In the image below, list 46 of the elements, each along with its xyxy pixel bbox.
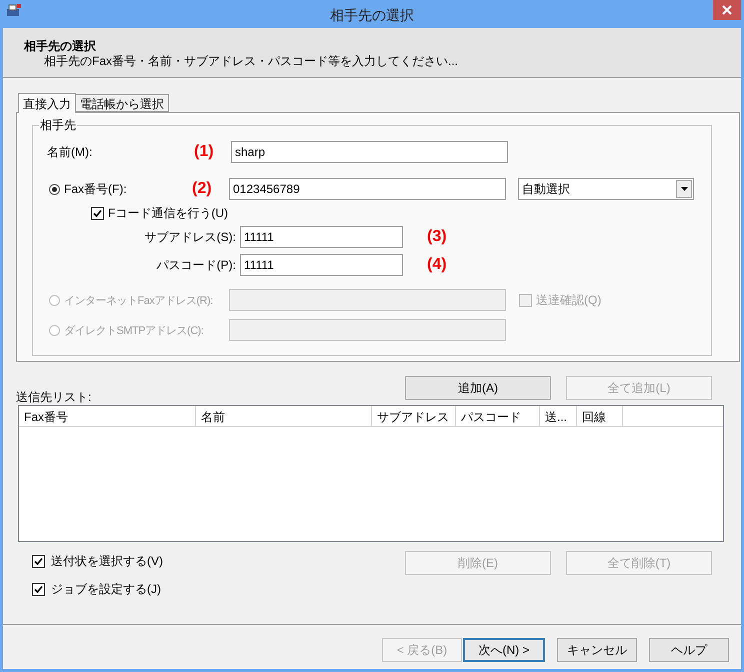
passcode-field[interactable]: 11111: [240, 254, 403, 276]
header-title: 相手先の選択: [24, 39, 97, 54]
column-header[interactable]: 回線: [577, 406, 623, 427]
checkbox[interactable]: [32, 554, 45, 568]
annotation-number: (4): [427, 256, 447, 273]
dialog-button[interactable]: 次へ(N) >: [463, 638, 545, 662]
annotation-number: (1): [194, 143, 214, 160]
field-label: Fax番号(F):: [63, 181, 128, 198]
field-label: インターネットFaxアドレス(R):: [64, 294, 213, 307]
checkbox-label: ジョブを設定する(J): [51, 581, 161, 598]
window-title: 相手先の選択: [329, 6, 415, 25]
field-label: パスコード(P):: [156, 257, 236, 274]
checkbox-label: 送達確認(Q): [536, 292, 602, 309]
close-icon: [722, 5, 732, 15]
fax-number-field[interactable]: 0123456789: [229, 178, 506, 200]
column-header[interactable]: サブアドレス: [372, 406, 456, 427]
tab[interactable]: 電話帳から選択: [75, 94, 169, 112]
field-label: 名前(M):: [47, 144, 94, 161]
field-label: サブアドレス(S):: [144, 229, 236, 246]
checkbox-label: 送付状を選択する(V): [51, 553, 163, 570]
subaddress-field[interactable]: 11111: [240, 226, 403, 248]
dropdown-arrow-icon: [680, 187, 688, 191]
internet-fax-field[interactable]: [229, 289, 506, 311]
radio-button[interactable]: [49, 184, 60, 194]
column-header[interactable]: パスコード: [456, 406, 540, 427]
checkbox-label: Fコード通信を行う(U): [108, 205, 228, 222]
smtp-address-field[interactable]: [229, 319, 506, 341]
add-button[interactable]: 追加(A): [405, 376, 551, 400]
tab[interactable]: 直接入力: [18, 93, 76, 113]
name-field[interactable]: sharp: [231, 141, 508, 163]
list-label: 送信先リスト:: [16, 390, 92, 404]
dialog-button[interactable]: キャンセル: [557, 638, 637, 662]
header-subtitle: 相手先のFax番号・名前・サブアドレス・パスコード等を入力してください...: [44, 54, 460, 69]
fax-machine-icon: [6, 3, 22, 17]
dialog-button[interactable]: ヘルプ: [649, 638, 729, 662]
checkbox[interactable]: [32, 582, 45, 596]
close-button[interactable]: [713, 0, 741, 20]
annotation-number: (3): [427, 228, 447, 245]
column-header[interactable]: 送...: [540, 406, 577, 427]
field-label: ダイレクトSMTPアドレス(C):: [64, 324, 204, 337]
checkbox[interactable]: [91, 206, 104, 220]
line-select-dropdown[interactable]: 自動選択: [518, 178, 694, 200]
annotation-number: (2): [192, 180, 212, 197]
group-title: 相手先: [39, 117, 77, 133]
column-header[interactable]: 名前: [196, 406, 372, 427]
column-header[interactable]: Fax番号: [19, 406, 196, 427]
